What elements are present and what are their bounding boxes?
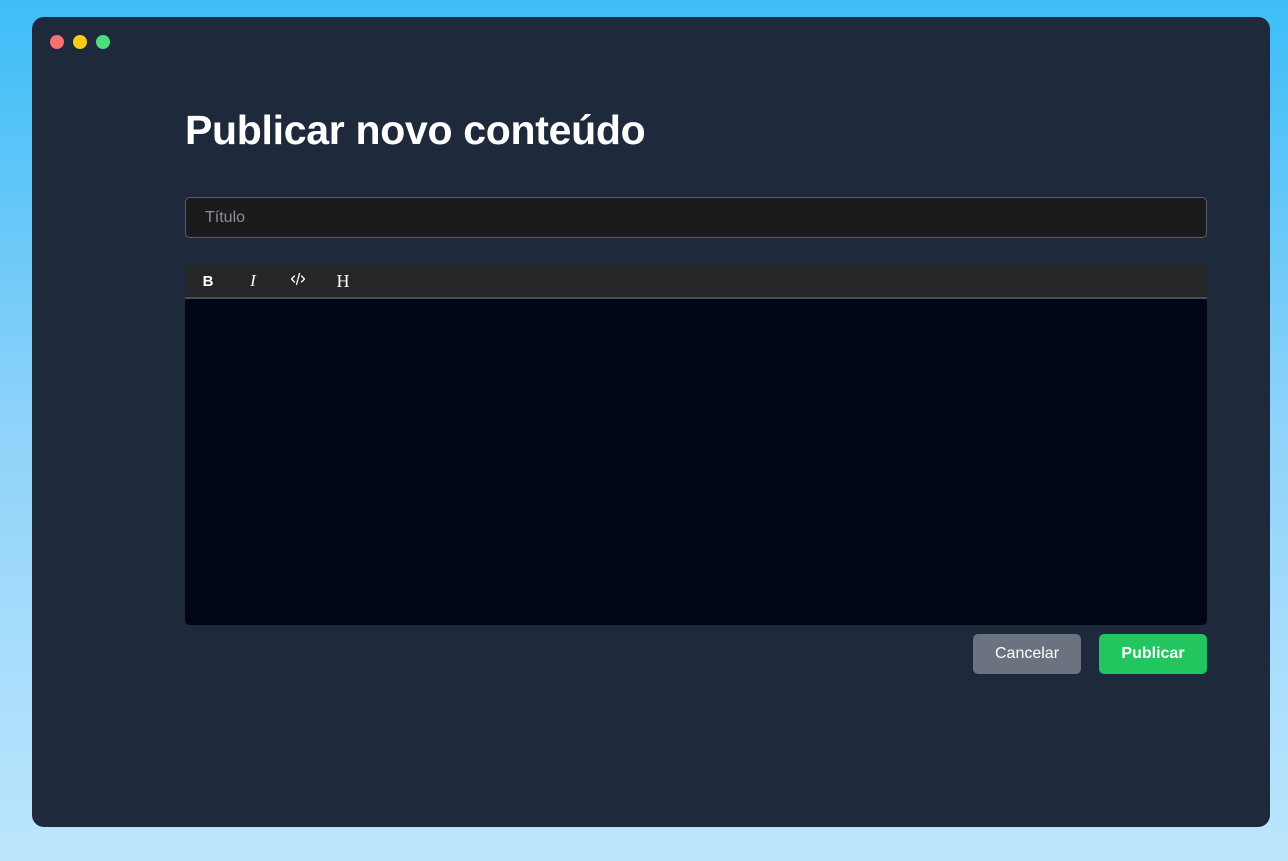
- cancel-button[interactable]: Cancelar: [973, 634, 1081, 674]
- italic-button[interactable]: I: [242, 270, 264, 292]
- rich-text-editor: B I H: [185, 265, 1207, 625]
- code-button[interactable]: [287, 270, 309, 292]
- minimize-window-button[interactable]: [73, 35, 87, 49]
- page-title: Publicar novo conteúdo: [185, 107, 646, 153]
- heading-button[interactable]: H: [332, 270, 354, 292]
- title-input[interactable]: [185, 197, 1207, 238]
- editor-content-area[interactable]: [185, 299, 1207, 625]
- app-window: Publicar novo conteúdo B I H Cancelar Pu…: [32, 17, 1270, 827]
- close-window-button[interactable]: [50, 35, 64, 49]
- window-controls: [50, 35, 110, 49]
- bold-button[interactable]: B: [197, 270, 219, 292]
- code-icon: [290, 272, 306, 291]
- zoom-window-button[interactable]: [96, 35, 110, 49]
- editor-toolbar: B I H: [185, 265, 1207, 299]
- publish-button[interactable]: Publicar: [1099, 634, 1207, 674]
